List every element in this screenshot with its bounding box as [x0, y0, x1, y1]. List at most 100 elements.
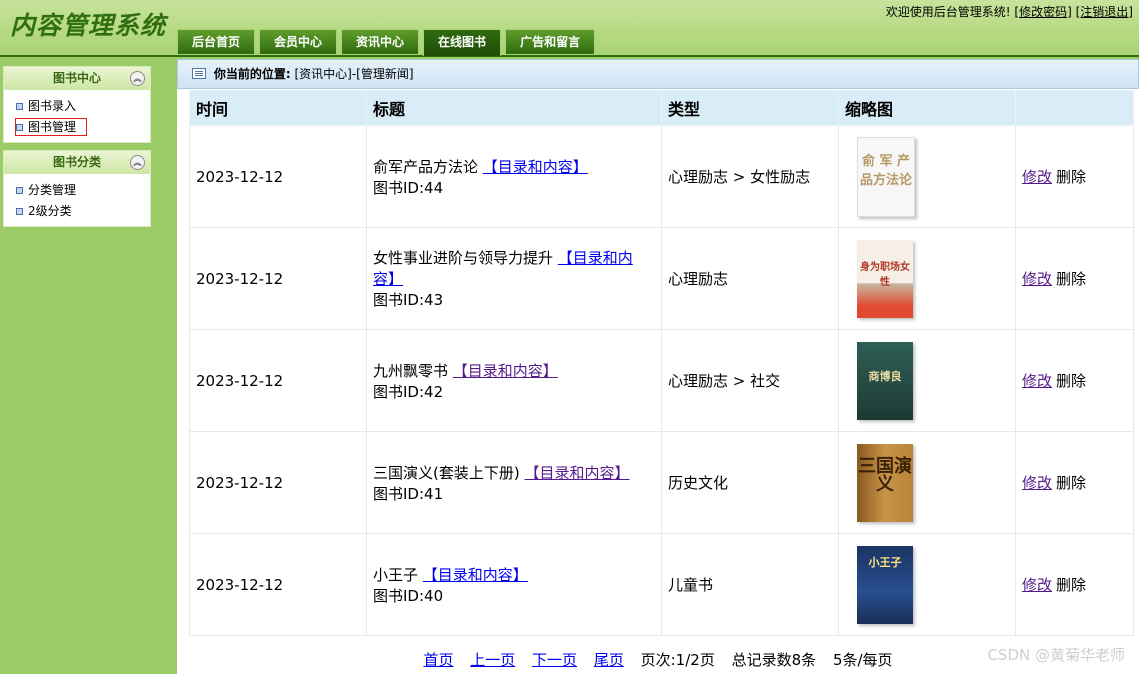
cell-thumbnail: 身为职场女性	[838, 227, 1016, 330]
tab-news[interactable]: 资讯中心	[341, 29, 420, 54]
app-logo: 内容管理系统	[10, 11, 167, 40]
delete-button[interactable]: 删除	[1056, 270, 1086, 288]
sidebar-item-label: 分类管理	[28, 183, 77, 197]
book-id-prefix: 图书ID:	[373, 291, 425, 309]
collapse-icon[interactable]: ︽	[130, 71, 145, 86]
cover-text: 俞 军 产品方法论	[859, 153, 912, 188]
welcome-bar: 欢迎使用后台管理系统! [修改密码] [注销退出]	[886, 3, 1133, 20]
sidebar-section-header[interactable]: 图书分类 ︽	[4, 151, 150, 174]
sidebar-section-title: 图书中心	[52, 71, 101, 85]
toc-link[interactable]: 【目录和内容】	[423, 566, 528, 584]
cover-text: 小王子	[868, 555, 902, 569]
toc-link[interactable]: 【目录和内容】	[483, 158, 588, 176]
column-header-title: 标题	[366, 90, 662, 126]
prev-page-link[interactable]: 上一页	[470, 651, 515, 669]
cell-type: 心理励志 > 社交	[661, 329, 839, 432]
sidebar-item-category-manage[interactable]: 分类管理	[4, 180, 150, 201]
book-cover-image: 身为职场女性	[857, 239, 913, 318]
sidebar-item-label: 图书录入	[28, 99, 77, 113]
delete-button[interactable]: 删除	[1056, 372, 1086, 390]
table-row: 2023-12-12 俞军产品方法论 【目录和内容】 图书ID:44 心理励志 …	[189, 125, 1134, 228]
next-page-link[interactable]: 下一页	[532, 651, 577, 669]
edit-link[interactable]: 修改	[1022, 576, 1052, 594]
column-header-time: 时间	[189, 90, 367, 126]
book-table: 时间 标题 类型 缩略图 2023-12-12 俞军产品方法论 【目录和内容】 …	[189, 90, 1134, 636]
bullet-icon	[16, 208, 23, 215]
first-page-link[interactable]: 首页	[423, 651, 453, 669]
sidebar-item-book-entry[interactable]: 图书录入	[4, 96, 150, 117]
edit-link[interactable]: 修改	[1022, 168, 1052, 186]
page-info: 页次:1/2页	[640, 651, 715, 669]
sidebar-item-label: 图书管理	[14, 118, 88, 136]
cell-thumbnail: 三国演义	[838, 431, 1016, 534]
sidebar-section-book-center: 图书中心 ︽ 图书录入 图书管理	[3, 66, 151, 143]
sidebar-item-label: 2级分类	[28, 204, 72, 218]
cell-actions: 修改 删除	[1015, 431, 1134, 534]
table-row: 2023-12-12 女性事业进阶与领导力提升 【目录和内容】 图书ID:43 …	[189, 227, 1134, 330]
book-title: 三国演义(套装上下册)	[373, 463, 520, 482]
delete-button[interactable]: 删除	[1056, 576, 1086, 594]
main-nav-tabs: 后台首页 会员中心 资讯中心 在线图书 广告和留言	[177, 29, 599, 56]
cell-actions: 修改 删除	[1015, 125, 1134, 228]
book-id-prefix: 图书ID:	[373, 178, 425, 197]
welcome-text: 欢迎使用后台管理系统!	[885, 5, 1011, 19]
book-title: 俞军产品方法论	[373, 157, 479, 176]
toc-link[interactable]: 【目录和内容】	[453, 362, 558, 380]
book-cover-image: 商博良	[857, 341, 913, 420]
cell-date: 2023-12-12	[189, 533, 367, 636]
cover-text: 三国演义	[858, 455, 912, 495]
bullet-icon	[16, 124, 23, 131]
book-id: 41	[424, 484, 444, 503]
header: 内容管理系统 欢迎使用后台管理系统! [修改密码] [注销退出] 后台首页 会员…	[0, 0, 1139, 57]
cell-type: 心理励志 > 女性励志	[661, 125, 839, 228]
book-cover-image: 俞 军 产品方法论	[857, 136, 915, 217]
cell-thumbnail: 俞 军 产品方法论	[838, 125, 1016, 228]
table-row: 2023-12-12 三国演义(套装上下册) 【目录和内容】 图书ID:41 历…	[189, 431, 1134, 534]
table-row: 2023-12-12 九州飘零书 【目录和内容】 图书ID:42 心理励志 > …	[189, 329, 1134, 432]
cell-thumbnail: 商博良	[838, 329, 1016, 432]
cell-type: 历史文化	[661, 431, 839, 534]
tab-ads-messages[interactable]: 广告和留言	[505, 29, 596, 54]
cell-date: 2023-12-12	[189, 125, 367, 228]
document-icon	[192, 68, 206, 79]
cover-text: 商博良	[868, 369, 902, 383]
tab-home[interactable]: 后台首页	[177, 29, 256, 54]
tab-members[interactable]: 会员中心	[259, 29, 338, 54]
delete-button[interactable]: 删除	[1056, 168, 1086, 186]
breadcrumb-path: [资讯中心]-[管理新闻]	[294, 67, 414, 81]
sidebar-section-header[interactable]: 图书中心 ︽	[4, 67, 150, 90]
edit-link[interactable]: 修改	[1022, 270, 1052, 288]
table-header-row: 时间 标题 类型 缩略图	[189, 90, 1134, 126]
book-id: 40	[424, 586, 444, 605]
sidebar-item-subcategory[interactable]: 2级分类	[4, 201, 150, 222]
delete-button[interactable]: 删除	[1056, 474, 1086, 492]
logout-link[interactable]: [注销退出]	[1076, 5, 1133, 19]
column-header-thumbnail: 缩略图	[838, 90, 1016, 126]
cell-thumbnail: 小王子	[838, 533, 1016, 636]
cell-date: 2023-12-12	[189, 431, 367, 534]
cover-text: 身为职场女性	[860, 261, 910, 288]
cell-date: 2023-12-12	[189, 329, 367, 432]
book-id-prefix: 图书ID:	[373, 586, 425, 605]
table-row: 2023-12-12 小王子 【目录和内容】 图书ID:40 儿童书 小王子 修…	[189, 533, 1134, 636]
watermark: CSDN @黄菊华老师	[987, 646, 1125, 664]
collapse-icon[interactable]: ︽	[130, 155, 145, 170]
book-id: 43	[424, 291, 444, 309]
edit-link[interactable]: 修改	[1022, 372, 1052, 390]
cell-date: 2023-12-12	[189, 227, 367, 330]
cell-title: 俞军产品方法论 【目录和内容】 图书ID:44	[366, 125, 662, 228]
cell-actions: 修改 删除	[1015, 329, 1134, 432]
toc-link[interactable]: 【目录和内容】	[525, 464, 630, 482]
column-header-type: 类型	[661, 90, 839, 126]
edit-link[interactable]: 修改	[1022, 474, 1052, 492]
book-id-prefix: 图书ID:	[373, 382, 425, 401]
cell-title: 九州飘零书 【目录和内容】 图书ID:42	[366, 329, 662, 432]
change-password-link[interactable]: [修改密码]	[1014, 5, 1071, 19]
breadcrumb: 你当前的位置: [资讯中心]-[管理新闻]	[177, 59, 1139, 89]
cell-title: 小王子 【目录和内容】 图书ID:40	[366, 533, 662, 636]
book-title: 小王子	[373, 565, 419, 584]
tab-books[interactable]: 在线图书	[423, 29, 502, 56]
last-page-link[interactable]: 尾页	[594, 651, 624, 669]
bullet-icon	[16, 103, 23, 110]
sidebar-item-book-manage[interactable]: 图书管理	[4, 117, 150, 138]
